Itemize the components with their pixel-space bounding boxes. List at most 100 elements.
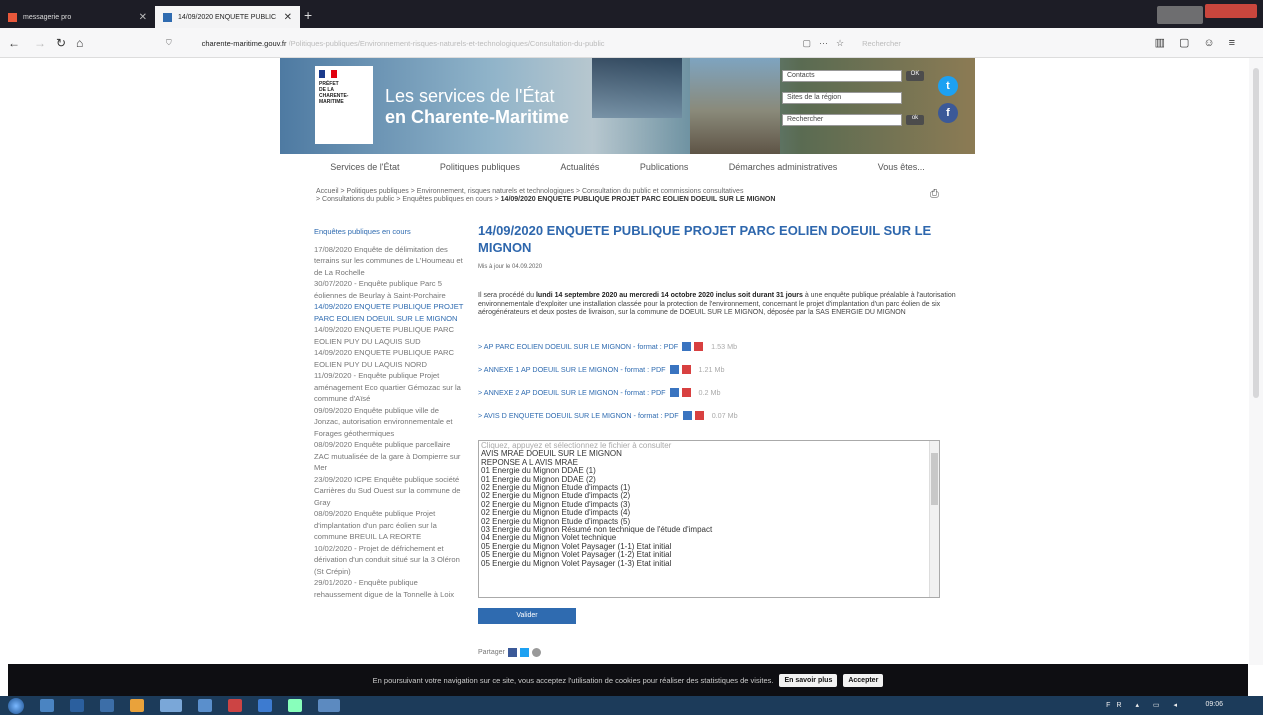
- sidebar-item[interactable]: 11/09/2020 - Enquête publique Projet amé…: [314, 370, 464, 405]
- new-tab-icon[interactable]: +: [304, 7, 312, 23]
- contacts-go-button[interactable]: OK: [906, 71, 924, 81]
- clock[interactable]: 09:06: [1205, 701, 1223, 708]
- pdf-icon[interactable]: [694, 410, 704, 420]
- menu-item-politiques[interactable]: Politiques publiques: [440, 162, 520, 172]
- language-indicator[interactable]: FR: [1106, 702, 1127, 709]
- firefox-taskbar-icon[interactable]: [160, 699, 182, 712]
- twitter-share-icon[interactable]: [519, 648, 529, 657]
- download-label[interactable]: > AP PARC EOLIEN DOEUIL SUR LE MIGNON - …: [478, 342, 678, 351]
- print-icon[interactable]: ⎙: [930, 188, 939, 201]
- sidebar-item[interactable]: 29/01/2020 - Enquête publique rehausseme…: [314, 577, 464, 600]
- download-label[interactable]: > AVIS D ENQUETE DOEUIL SUR LE MIGNON - …: [478, 411, 679, 420]
- taskbar-app-icon[interactable]: [100, 699, 114, 712]
- shield-icon: ⛉: [166, 38, 172, 47]
- list-scroll-thumb[interactable]: [931, 453, 938, 505]
- sidebar-item[interactable]: 17/08/2020 Enquête de délimitation des t…: [314, 244, 464, 279]
- sites-region-select[interactable]: Sites de la région: [782, 92, 902, 104]
- toolbar-icons[interactable]: ▥▢☺≡: [1155, 36, 1249, 49]
- sidebar: Enquêtes publiques en cours 17/08/2020 E…: [314, 226, 464, 600]
- save-icon[interactable]: [682, 410, 692, 420]
- tab-messagerie[interactable]: messagerie pro ✕: [0, 6, 155, 28]
- sidebar-item[interactable]: 14/09/2020 ENQUETE PUBLIQUE PROJET PARC …: [314, 301, 464, 324]
- breadcrumb: Accueil > Politiques publiques > Environ…: [316, 188, 836, 204]
- site-title: Les services de l'État en Charente-Marit…: [385, 86, 569, 128]
- tab-label: 14/09/2020 ENQUETE PUBLIC: [178, 13, 277, 21]
- twitter-icon[interactable]: t: [938, 76, 958, 96]
- breadcrumb-path[interactable]: > Consultations du public > Enquêtes pub…: [316, 196, 501, 203]
- download-item[interactable]: > ANNEXE 2 AP DOEUIL SUR LE MIGNON - for…: [478, 387, 958, 397]
- file-option[interactable]: 05 Energie du Mignon Volet Paysager (1-3…: [481, 559, 937, 568]
- site-title-line1: Les services de l'État: [385, 86, 555, 106]
- site-search-button[interactable]: ok: [906, 115, 924, 125]
- pdf-icon[interactable]: [681, 364, 691, 374]
- page-title: 14/09/2020 ENQUETE PUBLIQUE PROJET PARC …: [478, 223, 932, 255]
- taskbar-app-icon[interactable]: [288, 699, 302, 712]
- site-banner: PRÉFET DE LA CHARENTE- MARITIME Les serv…: [280, 58, 975, 154]
- start-button[interactable]: [8, 697, 24, 714]
- file-select-list[interactable]: Cliquez, appuyez et sélectionnez le fich…: [478, 440, 940, 598]
- forward-icon[interactable]: →: [34, 36, 46, 50]
- list-scrollbar[interactable]: [929, 441, 939, 597]
- contacts-link[interactable]: Contacts: [782, 70, 902, 82]
- menu-item-vous-etes[interactable]: Vous êtes...: [878, 162, 925, 172]
- file-size: 1.21 Mb: [698, 364, 725, 374]
- sidebar-item[interactable]: 09/09/2020 Enquête publique ville de Jon…: [314, 405, 464, 440]
- download-item[interactable]: > AP PARC EOLIEN DOEUIL SUR LE MIGNON - …: [478, 341, 958, 351]
- pdf-icon[interactable]: [694, 341, 704, 351]
- facebook-icon[interactable]: f: [938, 103, 958, 123]
- facebook-share-icon[interactable]: [507, 648, 517, 657]
- prefecture-logo[interactable]: PRÉFET DE LA CHARENTE- MARITIME: [315, 66, 373, 144]
- download-label[interactable]: > ANNEXE 2 AP DOEUIL SUR LE MIGNON - for…: [478, 388, 666, 397]
- taskbar-app-icon[interactable]: [318, 699, 340, 712]
- taskbar-app-icon[interactable]: [198, 699, 212, 712]
- close-tab-icon[interactable]: ✕: [284, 12, 292, 23]
- pdf-icon[interactable]: [681, 387, 691, 397]
- url-bar[interactable]: ⛉ charente-maritime.gouv.fr /Politiques-…: [166, 33, 911, 53]
- breadcrumb-path[interactable]: Accueil > Politiques publiques > Environ…: [316, 188, 743, 195]
- download-item[interactable]: > ANNEXE 1 AP DOEUIL SUR LE MIGNON - for…: [478, 364, 958, 374]
- save-icon[interactable]: [682, 341, 692, 351]
- cookie-more-button[interactable]: En savoir plus: [779, 673, 838, 687]
- sidebar-item[interactable]: 14/09/2020 ENQUETE PUBLIQUE PARC EOLIEN …: [314, 347, 464, 370]
- sidebar-item[interactable]: 10/02/2020 - Projet de défrichement et d…: [314, 543, 464, 578]
- download-item[interactable]: > AVIS D ENQUETE DOEUIL SUR LE MIGNON - …: [478, 410, 958, 420]
- search-input[interactable]: Rechercher: [862, 39, 901, 48]
- mail-share-icon[interactable]: [531, 648, 541, 657]
- explorer-icon[interactable]: [40, 699, 54, 712]
- home-icon[interactable]: ⌂: [76, 36, 83, 50]
- cookie-banner: En poursuivant votre navigation sur ce s…: [8, 664, 1248, 696]
- tab-enquete[interactable]: 14/09/2020 ENQUETE PUBLIC ✕: [155, 6, 300, 28]
- taskbar-app-icon[interactable]: [258, 699, 272, 712]
- taskbar-app-icon[interactable]: [70, 699, 84, 712]
- menu-item-services[interactable]: Services de l'État: [330, 162, 399, 172]
- save-icon[interactable]: [669, 387, 679, 397]
- sidebar-item[interactable]: 30/07/2020 - Enquête publique Parc 5 éol…: [314, 278, 464, 301]
- browser-nav-bar: ← → ↻ ⌂ ⛉ charente-maritime.gouv.fr /Pol…: [0, 28, 1263, 58]
- sidebar-item[interactable]: 08/09/2020 Enquête publique Projet d'imp…: [314, 508, 464, 543]
- window-controls[interactable]: [1205, 4, 1257, 18]
- menu-item-actualites[interactable]: Actualités: [560, 162, 599, 172]
- back-icon[interactable]: ←: [8, 36, 20, 50]
- menu-item-publications[interactable]: Publications: [640, 162, 689, 172]
- taskbar-app-icon[interactable]: [130, 699, 144, 712]
- sidebar-item[interactable]: 23/09/2020 ICPE Enquête publique société…: [314, 474, 464, 509]
- file-size: 1.53 Mb: [711, 341, 738, 351]
- cookie-accept-button[interactable]: Accepter: [843, 673, 884, 687]
- url-path: /Politiques-publiques/Environnement-risq…: [288, 38, 605, 48]
- file-options: Cliquez, appuyez et sélectionnez le fich…: [481, 441, 937, 568]
- page-scrollbar[interactable]: [1249, 58, 1263, 665]
- reload-icon[interactable]: ↻: [56, 36, 66, 50]
- taskbar-app-icon[interactable]: [228, 699, 242, 712]
- valider-button[interactable]: Valider: [478, 608, 576, 624]
- system-tray[interactable]: FR ▴ ▭ ◂: [1106, 701, 1183, 709]
- page-actions-icon[interactable]: ▢⋯☆: [803, 38, 853, 49]
- share-label: Partager: [478, 649, 505, 656]
- download-label[interactable]: > ANNEXE 1 AP DOEUIL SUR LE MIGNON - for…: [478, 365, 666, 374]
- save-icon[interactable]: [669, 364, 679, 374]
- sidebar-item[interactable]: 08/09/2020 Enquête publique parcellaire …: [314, 439, 464, 474]
- close-tab-icon[interactable]: ✕: [139, 12, 147, 23]
- sidebar-item[interactable]: 14/09/2020 ENQUETE PUBLIQUE PARC EOLIEN …: [314, 324, 464, 347]
- site-search-input[interactable]: Rechercher: [782, 114, 902, 126]
- page-scroll-thumb[interactable]: [1253, 68, 1259, 398]
- menu-item-demarches[interactable]: Démarches administratives: [729, 162, 838, 172]
